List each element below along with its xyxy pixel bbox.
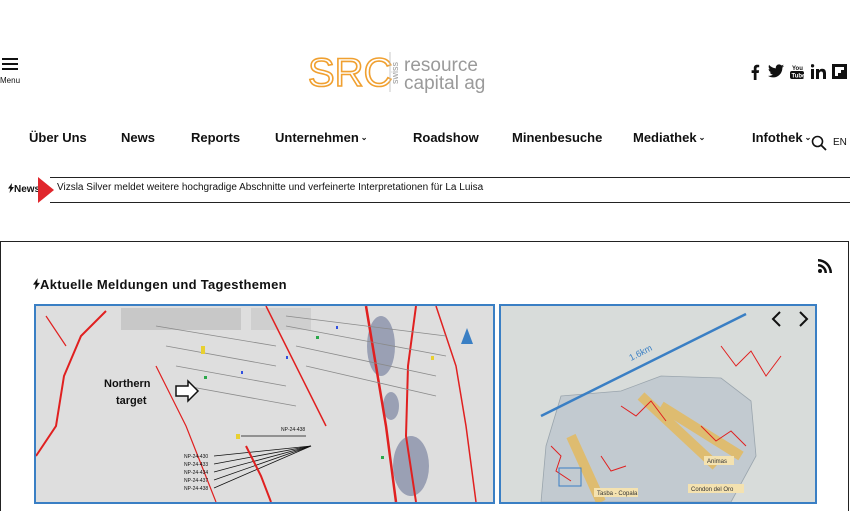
language-switch[interactable]: EN	[833, 137, 847, 148]
nav-item-ueber-uns[interactable]: Über Uns	[29, 130, 87, 145]
ticker-label: News	[8, 183, 40, 195]
ticker-arrow-icon	[38, 177, 54, 203]
nav-item-label: Roadshow	[413, 130, 479, 145]
nav-item-label: News	[121, 130, 155, 145]
drill-hole-label: NP-24-438	[184, 486, 208, 492]
youtube-icon[interactable]: You Tube	[790, 64, 806, 82]
ticker-headline-link[interactable]: Vizsla Silver meldet weitere hochgradige…	[57, 182, 483, 193]
svg-text:Tube: Tube	[792, 74, 805, 80]
main-nav: Über Uns News Reports Unternehmen ⌄ Roads…	[0, 130, 850, 150]
facebook-icon[interactable]	[750, 64, 760, 82]
nav-item-reports[interactable]: Reports	[191, 130, 240, 145]
nav-item-label: Infothek	[752, 130, 803, 145]
nav-item-label: Unternehmen	[275, 130, 359, 145]
drill-hole-label: NP-24-430	[184, 454, 208, 460]
drill-hole-label: NP-24-434	[184, 470, 208, 476]
map-label: Animas	[707, 459, 727, 465]
drill-hole-label: NP-24-433	[184, 462, 208, 468]
card-1-map-image: Northern target NP-24-438 NP-24-430 NP-2…	[36, 306, 493, 502]
menu-button[interactable]: Menu	[0, 58, 20, 85]
logo-mark: SRC	[308, 51, 392, 95]
drill-hole-label: NP-24-438	[281, 427, 305, 433]
chevron-down-icon: ⌄	[360, 133, 368, 142]
carousel-prev-button[interactable]	[766, 308, 788, 330]
search-icon[interactable]	[811, 135, 827, 156]
flipboard-icon[interactable]	[832, 64, 847, 82]
news-card-2[interactable]: 1.6km Animas Condon del Oro Tasba - Copa…	[499, 304, 817, 504]
map-label: Tasba - Copala	[597, 491, 638, 497]
nav-item-roadshow[interactable]: Roadshow	[413, 130, 479, 145]
rss-icon[interactable]	[818, 259, 832, 278]
lightning-icon	[33, 278, 40, 290]
nav-item-label: Reports	[191, 130, 241, 145]
ticker-label-text: News	[14, 184, 41, 195]
carousel-next-button[interactable]	[792, 308, 814, 330]
chevron-right-icon	[799, 311, 809, 327]
nav-item-mediathek[interactable]: Mediathek ⌄	[633, 130, 705, 145]
map-label: Condon del Oro	[691, 487, 734, 493]
nav-item-label: Mediathek	[633, 130, 697, 145]
map-label: Northern	[104, 378, 151, 390]
ticker-divider-top	[50, 177, 850, 178]
linkedin-icon[interactable]	[810, 64, 826, 82]
map-label: target	[116, 395, 147, 407]
nav-item-minenbesuche[interactable]: Minenbesuche	[512, 130, 602, 145]
nav-item-news[interactable]: News	[121, 130, 155, 145]
chevron-down-icon: ⌄	[698, 133, 706, 142]
ticker-divider-bottom	[50, 202, 850, 203]
chevron-left-icon	[771, 311, 781, 327]
section-title: Aktuelle Meldungen und Tagesthemen	[33, 277, 287, 292]
hamburger-icon	[2, 58, 18, 70]
site-logo[interactable]: SRC swiss resource capital ag	[307, 40, 493, 106]
news-card-1[interactable]: Northern target NP-24-438 NP-24-430 NP-2…	[34, 304, 495, 504]
nav-item-label: Minenbesuche	[512, 130, 603, 145]
drill-hole-label: NP-24-437	[184, 478, 208, 484]
nav-item-label: Über Uns	[29, 130, 87, 145]
logo-swiss: swiss	[390, 62, 400, 84]
section-title-text: Aktuelle Meldungen und Tagesthemen	[40, 277, 287, 292]
nav-item-infothek[interactable]: Infothek ⌄	[752, 130, 811, 145]
card-2-map-image: 1.6km Animas Condon del Oro Tasba - Copa…	[501, 306, 815, 502]
nav-item-unternehmen[interactable]: Unternehmen ⌄	[275, 130, 368, 145]
menu-label: Menu	[0, 76, 21, 85]
twitter-icon[interactable]	[768, 64, 784, 82]
logo-line2: capital ag	[404, 73, 485, 94]
